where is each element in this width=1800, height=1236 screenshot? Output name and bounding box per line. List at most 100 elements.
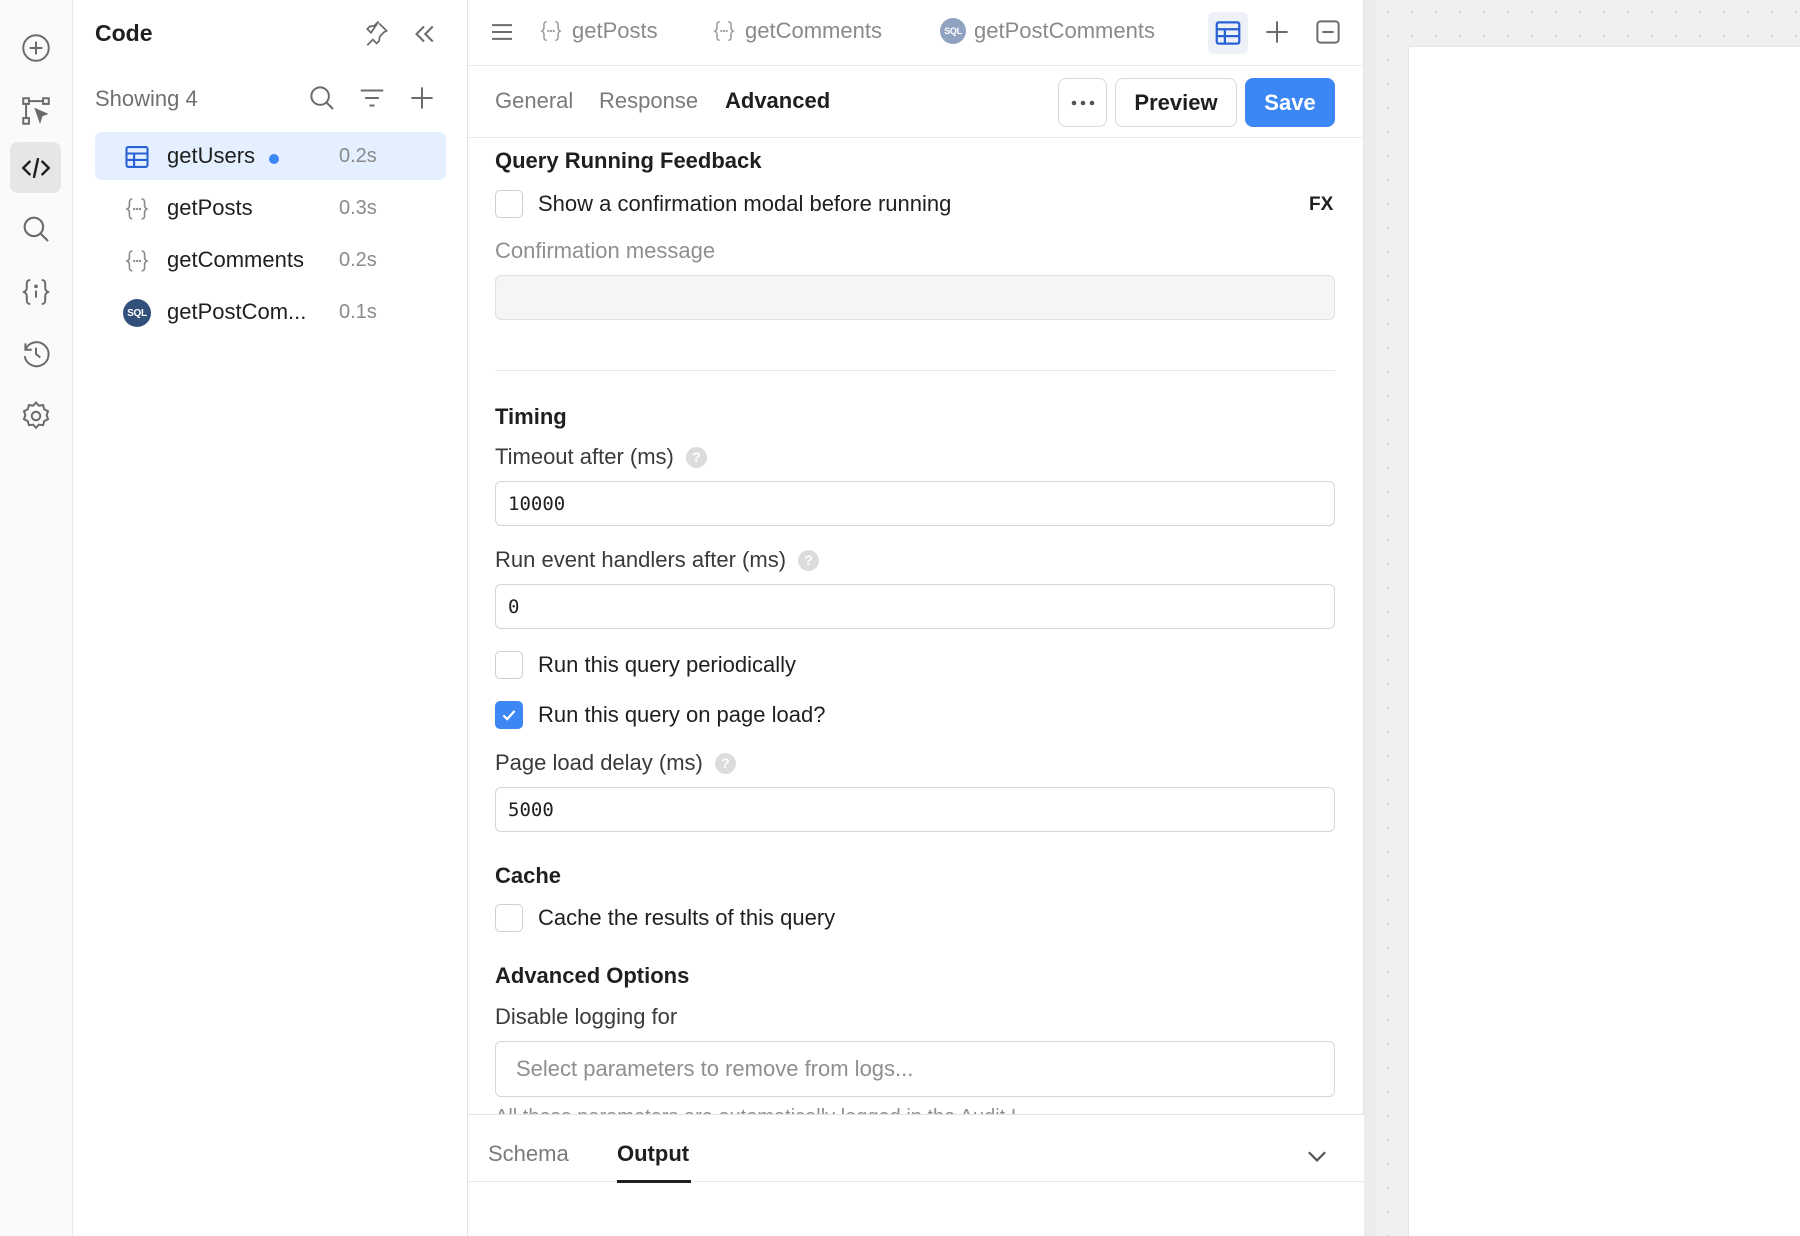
advanced-options-title: Advanced Options	[495, 963, 690, 988]
sql-badge: SQL	[940, 18, 966, 44]
timing-section-title: Timing	[495, 404, 567, 429]
page-load-delay-label: Page load delay (ms) ?	[495, 750, 736, 776]
pin-icon[interactable]	[359, 17, 393, 51]
collapse-icon[interactable]	[407, 17, 441, 51]
cache-section-title: Cache	[495, 863, 562, 888]
filter-icon[interactable]	[355, 81, 389, 115]
disable-logging-label: Disable logging for	[495, 1004, 678, 1029]
js-braces-icon	[123, 247, 151, 275]
advanced-settings: Query Running Feedback Show a confirmati…	[468, 138, 1364, 1114]
code-sidebar: Code Showing 4 getUsers 0.2s getPosts 0.…	[73, 0, 468, 1236]
js-braces-icon	[538, 18, 564, 44]
help-icon[interactable]: ?	[685, 446, 707, 468]
page-load-label: Run this query on page load?	[538, 702, 826, 727]
cache-label: Cache the results of this query	[538, 905, 836, 930]
flow-select-icon[interactable]	[10, 85, 61, 136]
confirmation-message-label: Confirmation message	[495, 238, 716, 263]
periodic-option[interactable]: Run this query periodically	[495, 651, 796, 679]
feedback-section-title: Query Running Feedback	[495, 148, 762, 173]
confirmation-message-input[interactable]	[495, 275, 1335, 320]
tab-advanced[interactable]: Advanced	[725, 88, 830, 114]
event-handlers-label-text: Run event handlers after (ms)	[495, 547, 787, 572]
tab-schema[interactable]: Schema	[488, 1141, 569, 1167]
help-icon[interactable]: ?	[714, 752, 736, 774]
js-braces-icon	[123, 195, 151, 223]
results-panel: Schema Output	[468, 1114, 1364, 1236]
query-item-getpostcomments[interactable]: SQL getPostCom... 0.1s	[95, 288, 446, 336]
query-item-getposts[interactable]: getPosts 0.3s	[95, 184, 446, 232]
code-icon[interactable]	[10, 142, 61, 193]
query-item-getusers[interactable]: getUsers 0.2s	[95, 132, 446, 180]
event-handlers-input[interactable]: 0	[495, 584, 1335, 629]
more-options-button[interactable]	[1058, 78, 1107, 127]
confirm-modal-label: Show a confirmation modal before running	[538, 191, 952, 216]
page-load-delay-label-text: Page load delay (ms)	[495, 750, 703, 775]
fx-toggle[interactable]: FX	[1309, 194, 1333, 216]
timeout-label: Timeout after (ms) ?	[495, 444, 707, 470]
variables-icon[interactable]	[10, 266, 61, 317]
audit-log-note: All these parameters are automatically l…	[495, 1106, 1022, 1114]
tab-label: getPostComments	[974, 18, 1155, 43]
plus-icon[interactable]	[405, 81, 439, 115]
help-icon[interactable]: ?	[798, 549, 820, 571]
active-tab-indicator	[617, 1180, 691, 1183]
minimize-icon[interactable]	[1310, 14, 1346, 50]
timeout-label-text: Timeout after (ms)	[495, 444, 674, 469]
preview-button[interactable]: Preview	[1115, 78, 1237, 127]
add-icon[interactable]	[10, 22, 61, 73]
editor-subtabs: General Response Advanced Preview Save	[468, 66, 1364, 138]
history-icon[interactable]	[10, 328, 61, 379]
chevron-down-icon[interactable]	[1302, 1141, 1332, 1171]
query-time: 0.2s	[339, 145, 377, 167]
tab-response[interactable]: Response	[599, 88, 698, 114]
query-name: getPosts	[167, 195, 253, 220]
cache-option[interactable]: Cache the results of this query	[495, 904, 835, 932]
table-icon	[123, 143, 151, 171]
tab-getposts[interactable]: getPosts	[538, 18, 658, 44]
section-divider	[495, 370, 1335, 371]
query-count: Showing 4	[95, 86, 198, 111]
tab-getcomments[interactable]: getComments	[711, 18, 882, 44]
periodic-label: Run this query periodically	[538, 652, 797, 677]
event-handlers-label: Run event handlers after (ms) ?	[495, 547, 820, 573]
tab-general[interactable]: General	[495, 88, 573, 114]
query-name: getUsers	[167, 143, 256, 168]
menu-icon[interactable]	[484, 14, 520, 50]
confirm-modal-checkbox[interactable]	[495, 190, 523, 218]
table-icon[interactable]	[1208, 12, 1248, 54]
left-rail	[0, 0, 73, 1236]
query-name: getPostCom...	[167, 299, 307, 324]
js-braces-icon	[711, 18, 737, 44]
check-icon	[502, 710, 516, 721]
search-icon[interactable]	[305, 81, 339, 115]
sql-icon: SQL	[123, 299, 151, 327]
query-editor: getPosts getComments SQL getPostComments…	[468, 0, 1364, 1236]
search-icon[interactable]	[10, 203, 61, 254]
tab-output[interactable]: Output	[617, 1141, 689, 1167]
sql-icon: SQL	[940, 18, 966, 44]
canvas-page[interactable]	[1408, 46, 1800, 1236]
tab-getpostcomments[interactable]: SQL getPostComments	[940, 18, 1155, 44]
page-load-checkbox[interactable]	[495, 701, 523, 729]
tab-label: getPosts	[572, 18, 658, 43]
query-time: 0.1s	[339, 301, 377, 323]
sql-badge: SQL	[123, 299, 151, 327]
cache-checkbox[interactable]	[495, 904, 523, 932]
save-button[interactable]: Save	[1245, 78, 1335, 127]
page-load-delay-input[interactable]: 5000	[495, 787, 1335, 832]
plus-icon[interactable]	[1259, 14, 1295, 50]
query-time: 0.3s	[339, 197, 377, 219]
query-name: getComments	[167, 247, 304, 272]
tab-label: getComments	[745, 18, 882, 43]
confirm-modal-option[interactable]: Show a confirmation modal before running	[495, 190, 951, 218]
query-item-getcomments[interactable]: getComments 0.2s	[95, 236, 446, 284]
timeout-input[interactable]: 10000	[495, 481, 1335, 526]
more-dots-icon	[1071, 100, 1094, 105]
periodic-checkbox[interactable]	[495, 651, 523, 679]
query-tabs-bar: getPosts getComments SQL getPostComments	[468, 0, 1364, 66]
settings-icon[interactable]	[10, 390, 61, 441]
unsaved-indicator	[269, 154, 279, 164]
sidebar-title: Code	[95, 20, 153, 46]
disable-logging-select[interactable]: Select parameters to remove from logs...	[495, 1041, 1335, 1097]
page-load-option[interactable]: Run this query on page load?	[495, 701, 825, 729]
